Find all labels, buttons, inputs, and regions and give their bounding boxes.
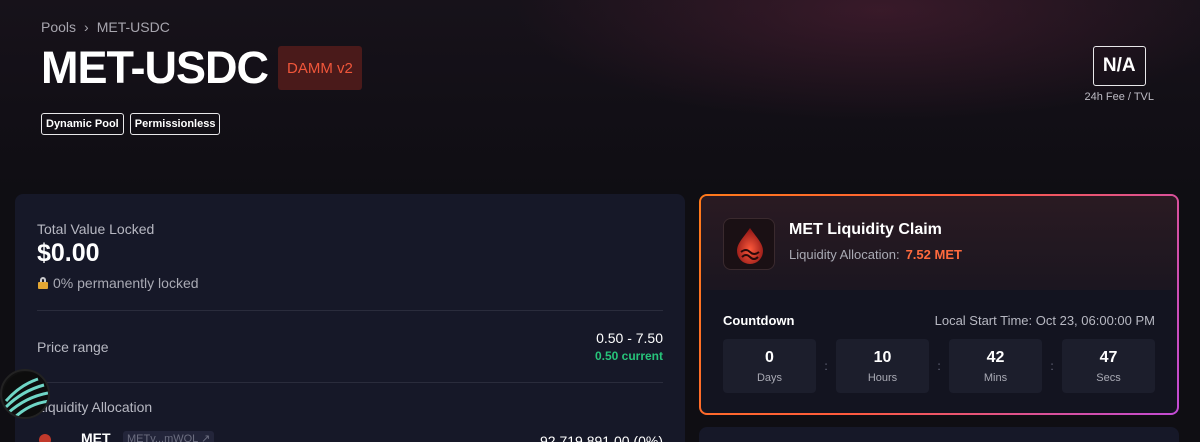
- price-range-current: 0.50 current: [594, 349, 663, 363]
- hero-background: [0, 0, 1200, 190]
- claim-allocation-label: Liquidity Allocation:: [789, 247, 900, 262]
- countdown-mins: 42 Mins: [949, 339, 1042, 393]
- countdown-mins-unit: Mins: [983, 371, 1008, 384]
- divider: [37, 310, 663, 311]
- countdown-secs-value: 47: [1099, 348, 1118, 366]
- breadcrumb-pools-link[interactable]: Pools: [41, 19, 76, 35]
- countdown-secs-unit: Secs: [1096, 371, 1121, 384]
- countdown-timer: 0 Days : 10 Hours : 42 Mins : 47 Secs: [723, 339, 1155, 393]
- countdown-days-unit: Days: [756, 371, 783, 384]
- countdown-separator: :: [1050, 359, 1054, 373]
- divider: [37, 382, 663, 383]
- external-link-icon: ↗: [200, 433, 211, 442]
- countdown-hours-unit: Hours: [867, 371, 898, 384]
- allocation-amount: 92,719,891.00 (0%): [540, 433, 663, 442]
- claim-title: MET Liquidity Claim: [789, 221, 942, 238]
- token-icon: [39, 434, 51, 442]
- met-drop-logo: [723, 218, 775, 270]
- chevron-right-icon: ›: [84, 19, 89, 35]
- pool-tags: Dynamic Pool Permissionless: [41, 113, 221, 135]
- countdown-days-value: 0: [765, 348, 774, 366]
- allocation-address-link[interactable]: METv...mWQL ↗: [123, 431, 215, 442]
- title-row: MET-USDC DAMM v2: [41, 42, 362, 94]
- liquidity-allocation-label: Liquidity Allocation: [37, 399, 153, 415]
- price-range-label: Price range: [37, 339, 109, 355]
- fee-tvl-label: 24h Fee / TVL: [1084, 91, 1154, 103]
- tvl-label: Total Value Locked: [37, 221, 155, 237]
- tvl-card: Total Value Locked $0.00 0% permanently …: [15, 194, 685, 442]
- countdown-secs: 47 Secs: [1062, 339, 1155, 393]
- countdown-hours-value: 10: [873, 348, 892, 366]
- allocation-row: MET METv...mWQL ↗ 92,719,891.00 (0%): [37, 430, 663, 442]
- permanently-locked-line: 0% permanently locked: [37, 275, 199, 291]
- breadcrumb-current: MET-USDC: [96, 19, 170, 35]
- fee-tvl-stat: N/A 24h Fee / TVL: [1084, 46, 1154, 103]
- allocation-address: METv...mWQL: [127, 433, 198, 442]
- liquidity-claim-card: MET Liquidity Claim Liquidity Allocation…: [699, 194, 1179, 415]
- claim-allocation-value: 7.52 MET: [905, 247, 962, 262]
- fee-tvl-value: N/A: [1092, 46, 1146, 86]
- countdown-separator: :: [937, 359, 941, 373]
- countdown-label: Countdown: [723, 313, 795, 328]
- tag-permissionless: Permissionless: [129, 113, 221, 135]
- allocation-token: MET: [81, 430, 111, 442]
- tvl-value: $0.00: [37, 239, 100, 267]
- page-title: MET-USDC: [41, 42, 269, 93]
- next-card: [699, 427, 1179, 442]
- countdown-mins-value: 42: [986, 348, 1005, 366]
- countdown-hours: 10 Hours: [836, 339, 929, 393]
- claim-allocation-line: Liquidity Allocation: 7.52 MET: [789, 247, 962, 262]
- countdown-separator: :: [824, 359, 828, 373]
- price-range-value: 0.50 - 7.50: [596, 330, 663, 346]
- lock-icon: [37, 276, 49, 290]
- countdown-days: 0 Days: [723, 339, 816, 393]
- local-start-time: Local Start Time: Oct 23, 06:00:00 PM: [934, 313, 1155, 328]
- permanently-locked-text: 0% permanently locked: [53, 275, 199, 291]
- pool-type-badge: DAMM v2: [278, 46, 362, 90]
- wave-avatar-icon[interactable]: [0, 369, 50, 419]
- tag-dynamic-pool: Dynamic Pool: [41, 113, 124, 135]
- breadcrumb: Pools › MET-USDC: [41, 18, 170, 36]
